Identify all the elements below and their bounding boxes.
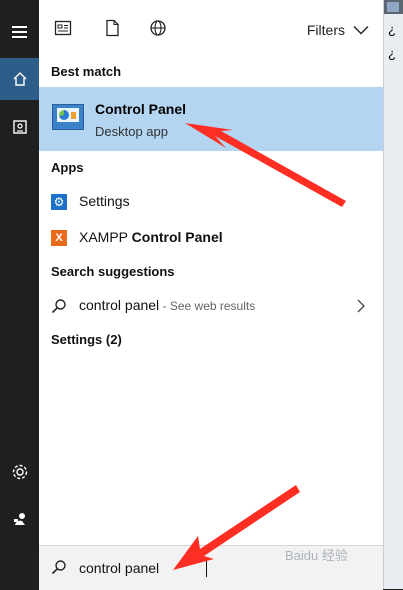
hamburger-icon[interactable] <box>0 11 39 53</box>
settings-group-heading[interactable]: Settings (2) <box>51 332 122 347</box>
app-result-settings[interactable]: ⚙ Settings <box>39 185 383 219</box>
search-panel: Filters Best match Control Panel Desktop… <box>39 0 383 590</box>
search-icon <box>51 560 66 575</box>
notebook-icon[interactable] <box>0 106 39 148</box>
search-icon <box>51 299 66 314</box>
watermark: Baidu 经验 <box>285 548 348 563</box>
best-match-result[interactable]: Control Panel Desktop app <box>39 87 383 151</box>
suggestion-suffix: - See web results <box>159 299 256 313</box>
control-panel-icon <box>52 104 84 130</box>
feedback-icon[interactable] <box>0 498 39 540</box>
chevron-down-icon <box>353 26 369 35</box>
desktop-text: ¿ <box>388 46 396 61</box>
app-label: Settings <box>79 193 130 209</box>
text-caret <box>206 557 207 577</box>
best-match-subtitle: Desktop app <box>95 124 168 139</box>
filters-label: Filters <box>306 22 345 38</box>
results-area: Filters Best match Control Panel Desktop… <box>39 0 383 545</box>
chevron-right-icon <box>357 299 365 313</box>
best-match-heading: Best match <box>51 64 122 79</box>
web-suggestion[interactable]: control panel - See web results <box>39 289 383 323</box>
search-suggestions-heading: Search suggestions <box>51 264 175 279</box>
apps-filter-icon[interactable] <box>54 19 74 39</box>
filters-dropdown[interactable]: Filters <box>307 22 369 38</box>
home-icon[interactable] <box>0 58 39 100</box>
left-rail <box>0 0 39 589</box>
xampp-icon: X <box>51 230 67 246</box>
desktop-icon <box>387 2 399 12</box>
best-match-title: Control Panel <box>95 101 187 117</box>
app-result-xampp[interactable]: X XAMPP Control Panel <box>39 221 383 255</box>
suggestion-query: control panel <box>79 297 160 313</box>
globe-icon[interactable] <box>149 19 169 39</box>
desktop-text: ¿ <box>388 22 396 37</box>
app-label: XAMPP Control Panel <box>79 229 223 245</box>
desktop-edge: ¿ ¿ <box>383 0 403 589</box>
apps-heading: Apps <box>51 160 84 175</box>
gear-icon[interactable] <box>0 451 39 493</box>
settings-app-icon: ⚙ <box>51 194 67 210</box>
document-icon[interactable] <box>103 19 123 39</box>
